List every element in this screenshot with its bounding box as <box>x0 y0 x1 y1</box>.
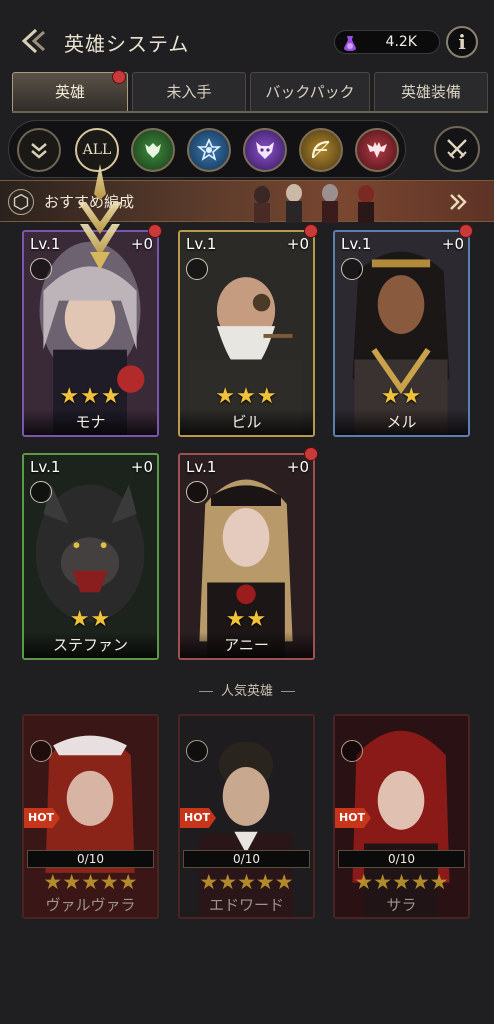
tutorial-pointer-icon <box>78 164 122 270</box>
popular-hero-stars: ★★★★★ <box>199 870 294 894</box>
bow-icon <box>311 140 330 159</box>
popular-heroes-title: 人気英雄 <box>220 684 273 699</box>
hero-card[interactable]: Lv.1 +0 ★★★ ビル <box>178 230 315 437</box>
class-icon <box>30 740 52 762</box>
tab-underline <box>12 111 488 113</box>
potion-icon <box>344 36 356 51</box>
hero-plus: +0 <box>130 235 153 253</box>
popular-hero-card[interactable]: HOT 0/10 ★★★★★ エドワード <box>178 714 315 919</box>
popular-hero-name: サラ <box>386 896 417 914</box>
filter-bow-button[interactable] <box>299 128 343 172</box>
shard-progress: 0/10 <box>27 850 154 868</box>
tab-unowned[interactable]: 未入手 <box>132 72 246 112</box>
hero-badge-dot <box>304 447 318 461</box>
crosshair-icon <box>186 258 208 280</box>
hero-card[interactable]: Lv.1 +0 ★★ メル <box>333 230 470 437</box>
filter-wolf-button[interactable] <box>131 128 175 172</box>
hot-badge: HOT <box>335 808 371 828</box>
tab-badge-dot <box>112 70 126 84</box>
hero-tabs: 英雄 未入手 バックパック 英雄装備 <box>12 70 488 114</box>
shield-icon <box>30 481 52 503</box>
formation-icon <box>8 189 34 215</box>
collapse-filter-button[interactable] <box>17 128 61 172</box>
hero-stars: ★★ <box>225 607 268 632</box>
hero-badge-dot <box>148 224 162 238</box>
class-icon <box>341 740 363 762</box>
hero-stars: ★★★ <box>215 384 278 409</box>
bat-wings-icon <box>367 142 387 158</box>
page-title: 英雄システム <box>64 32 190 56</box>
hero-stars: ★★ <box>69 607 112 632</box>
popular-hero-card[interactable]: HOT 0/10 ★★★★★ ヴァルヴァラ <box>22 714 159 919</box>
currency-display[interactable]: 4.2K <box>334 30 440 54</box>
hero-name: ビル <box>180 409 313 435</box>
hero-plus: +0 <box>130 458 153 476</box>
header: 英雄システム 4.2K i <box>0 0 494 70</box>
crosshair-icon <box>186 481 208 503</box>
hero-level: Lv.1 <box>30 458 61 476</box>
hero-name: アニー <box>180 632 313 658</box>
hero-stars: ★★ <box>380 384 423 409</box>
popular-hero-stars: ★★★★★ <box>43 870 138 894</box>
eye-star-icon <box>197 138 221 161</box>
filter-demon-button[interactable] <box>243 128 287 172</box>
shard-progress: 0/10 <box>338 850 465 868</box>
info-button[interactable]: i <box>446 26 478 58</box>
battle-button[interactable] <box>434 126 480 172</box>
class-icon <box>341 258 363 280</box>
shard-progress: 0/10 <box>183 850 310 868</box>
hero-card[interactable]: Lv.1 +0 ★★ ステファン <box>22 453 159 660</box>
recommended-formation-banner[interactable]: おすすめ編成 <box>0 180 494 223</box>
popular-heroes-divider: 人気英雄 <box>0 680 494 700</box>
hero-name: メル <box>335 409 468 435</box>
hero-badge-dot <box>304 224 318 238</box>
hero-level: Lv.1 <box>30 235 61 253</box>
filter-bar: ALL <box>8 120 406 178</box>
banner-hero-figures <box>254 184 374 223</box>
tab-hero-equipment[interactable]: 英雄装備 <box>374 72 488 112</box>
hero-plus: +0 <box>286 458 309 476</box>
popular-hero-name: エドワード <box>208 896 284 914</box>
class-icon <box>186 740 208 762</box>
filter-eye-button[interactable] <box>187 128 231 172</box>
hot-badge: HOT <box>180 808 216 828</box>
tab-heroes[interactable]: 英雄 <box>12 72 128 112</box>
crossed-swords-icon <box>447 139 467 159</box>
back-arrow-icon[interactable] <box>18 26 48 56</box>
hero-plus: +0 <box>441 235 464 253</box>
popular-hero-name: ヴァルヴァラ <box>45 896 136 914</box>
hero-badge-dot <box>459 224 473 238</box>
popular-hero-card[interactable]: HOT 0/10 ★★★★★ サラ <box>333 714 470 919</box>
hero-level: Lv.1 <box>341 235 372 253</box>
demon-mask-icon <box>256 142 274 159</box>
wolf-icon <box>145 143 161 158</box>
currency-amount: 4.2K <box>385 34 417 50</box>
hero-level: Lv.1 <box>186 458 217 476</box>
hero-stars: ★★★ <box>59 384 122 409</box>
double-chevron-right-icon <box>450 194 467 210</box>
hero-name: モナ <box>24 409 157 435</box>
hero-card[interactable]: Lv.1 +0 ★★ アニー <box>178 453 315 660</box>
hot-badge: HOT <box>24 808 60 828</box>
hero-plus: +0 <box>286 235 309 253</box>
popular-hero-stars: ★★★★★ <box>354 870 449 894</box>
filter-bat-button[interactable] <box>355 128 399 172</box>
class-icon <box>30 258 52 280</box>
tab-backpack[interactable]: バックパック <box>250 72 370 112</box>
hero-level: Lv.1 <box>186 235 217 253</box>
hero-name: ステファン <box>24 632 157 658</box>
double-chevron-down-icon <box>31 143 47 159</box>
